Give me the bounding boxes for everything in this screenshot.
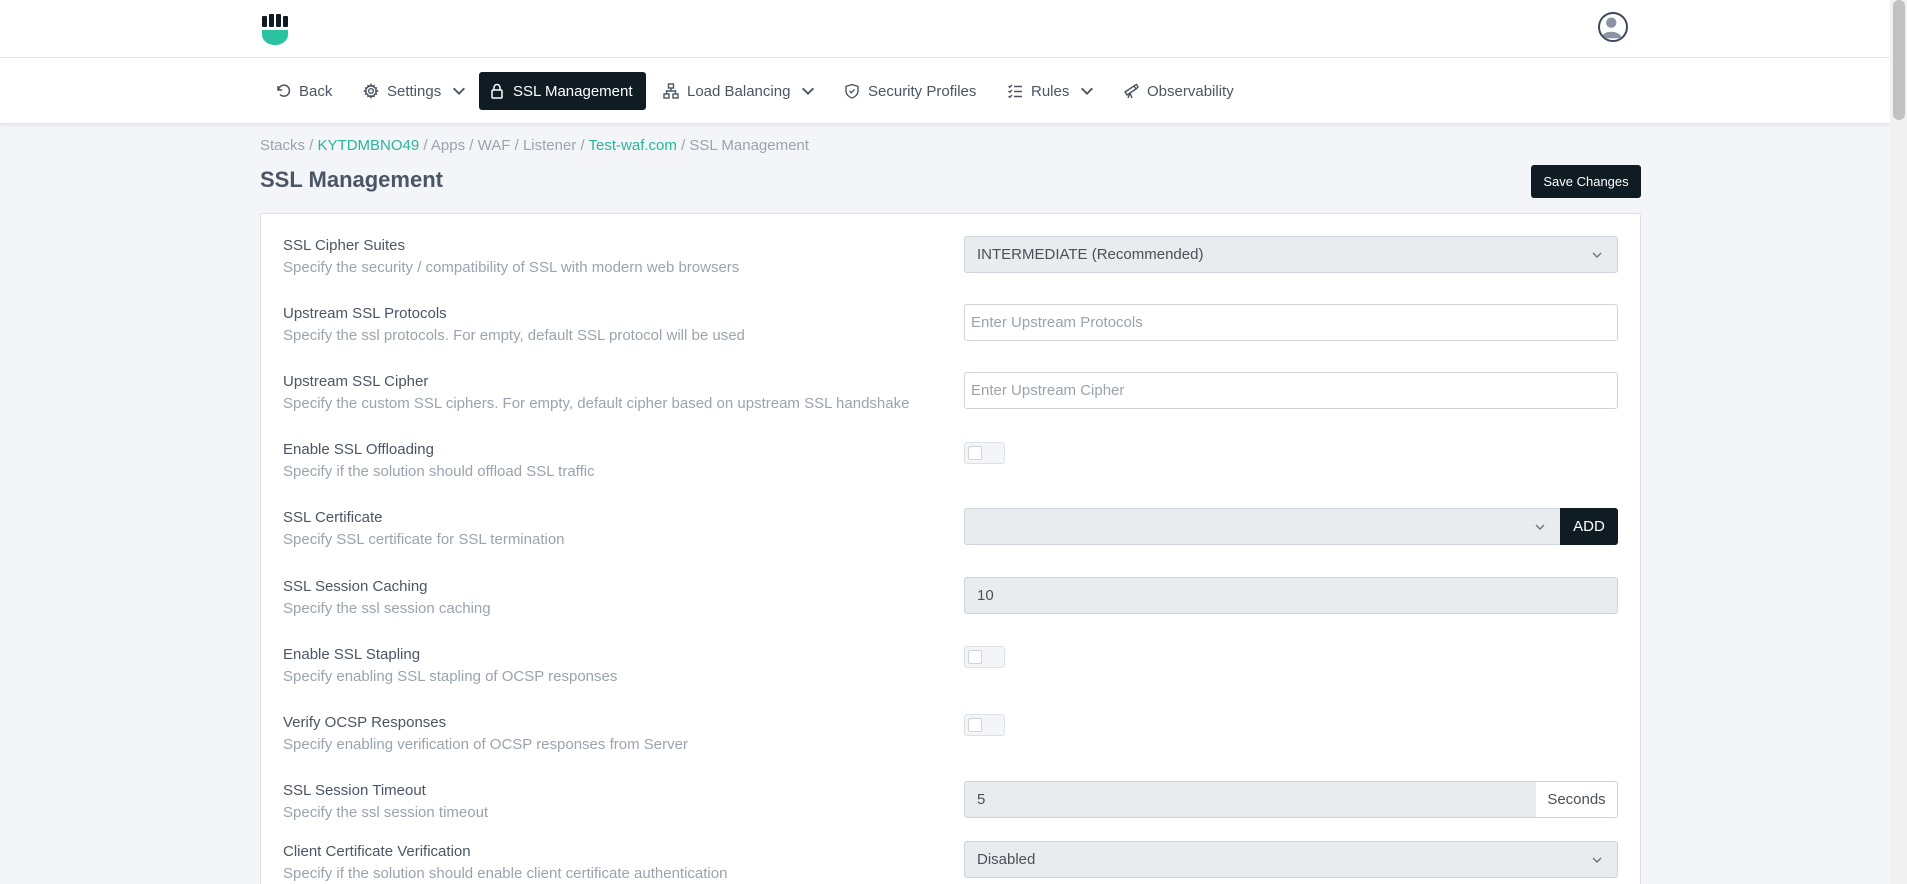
nav-settings-label: Settings	[387, 82, 442, 100]
breadcrumb-listener-link[interactable]: Test-waf.com	[589, 137, 677, 154]
nav-observability[interactable]: Observability	[1113, 72, 1244, 110]
session-timeout-unit: Seconds	[1536, 781, 1618, 818]
toggle-knob	[968, 650, 982, 664]
breadcrumb-apps[interactable]: Apps	[431, 137, 465, 154]
top-header	[0, 0, 1890, 58]
chevron-down-icon	[802, 87, 815, 95]
field-ssl-stapling: Enable SSL Stapling Specify enabling SSL…	[283, 646, 1618, 685]
toggle-knob	[968, 446, 982, 460]
select-value: Disabled	[977, 851, 1036, 868]
field-label: Enable SSL Offloading	[283, 441, 434, 458]
shield-icon	[845, 83, 859, 99]
user-avatar-icon[interactable]	[1598, 12, 1628, 42]
client-cert-select[interactable]: Disabled	[964, 841, 1618, 878]
lock-icon	[491, 83, 503, 99]
ssl-stapling-toggle[interactable]	[964, 646, 1005, 668]
nav-back[interactable]: Back	[265, 72, 342, 110]
verify-ocsp-toggle[interactable]	[964, 714, 1005, 736]
chevron-down-icon	[453, 87, 466, 95]
page-title: SSL Management	[260, 167, 443, 192]
breadcrumb-sep: /	[510, 137, 523, 154]
nav-rules-label: Rules	[1031, 82, 1070, 100]
network-icon	[663, 83, 679, 99]
field-label: Enable SSL Stapling	[283, 646, 421, 663]
breadcrumb-sep: /	[576, 137, 589, 154]
nav-security-profiles-label: Security Profiles	[868, 82, 977, 100]
select-value: INTERMEDIATE (Recommended)	[977, 246, 1204, 263]
upstream-cipher-input[interactable]	[964, 372, 1618, 409]
field-verify-ocsp: Verify OCSP Responses Specify enabling v…	[283, 714, 1618, 753]
nav-back-label: Back	[299, 82, 333, 100]
breadcrumb-stack-link[interactable]: KYTDMBNO49	[318, 137, 420, 154]
session-timeout-input[interactable]: 5	[964, 781, 1537, 818]
scrollbar-thumb[interactable]	[1893, 0, 1905, 120]
breadcrumb-sep: /	[465, 137, 478, 154]
toggle-knob	[968, 718, 982, 732]
ssl-certificate-select[interactable]	[964, 508, 1561, 545]
upstream-protocols-input[interactable]	[964, 304, 1618, 341]
chevron-down-icon	[1592, 252, 1602, 258]
nav-ssl-management[interactable]: SSL Management	[479, 72, 646, 110]
main-nav: Back Settings SSL Management Load Balanc…	[0, 58, 1890, 124]
chevron-down-icon	[1081, 87, 1094, 95]
add-certificate-button[interactable]: ADD	[1560, 508, 1618, 545]
nav-observability-label: Observability	[1147, 82, 1234, 100]
field-description: Specify if the solution should offload S…	[283, 463, 595, 480]
cipher-suites-select[interactable]: INTERMEDIATE (Recommended)	[964, 236, 1618, 273]
nav-security-profiles[interactable]: Security Profiles	[834, 72, 986, 110]
field-ssl-offloading: Enable SSL Offloading Specify if the sol…	[283, 441, 1618, 480]
gear-icon	[363, 83, 379, 99]
breadcrumb-stacks[interactable]: Stacks	[260, 137, 305, 154]
ssl-offloading-toggle[interactable]	[964, 442, 1005, 464]
nav-load-balancing-label: Load Balancing	[687, 82, 791, 100]
breadcrumb: Stacks / KYTDMBNO49 / Apps / WAF / Liste…	[260, 137, 809, 154]
session-caching-input[interactable]: 10	[964, 577, 1618, 614]
logo-icon[interactable]	[260, 14, 290, 46]
page-scrollbar[interactable]	[1890, 0, 1907, 884]
save-changes-button[interactable]: Save Changes	[1531, 165, 1641, 198]
nav-rules[interactable]: Rules	[997, 72, 1105, 110]
field-description: Specify enabling verification of OCSP re…	[283, 736, 688, 753]
nav-ssl-label: SSL Management	[513, 82, 633, 100]
breadcrumb-sep: /	[676, 137, 690, 154]
nav-settings[interactable]: Settings	[353, 72, 477, 110]
breadcrumb-sep: /	[305, 137, 318, 154]
ssl-certificate-group: ADD	[964, 508, 1618, 545]
field-description: Specify enabling SSL stapling of OCSP re…	[283, 668, 618, 685]
session-timeout-group: 5 Seconds	[964, 781, 1618, 818]
breadcrumb-waf[interactable]: WAF	[478, 137, 511, 154]
breadcrumb-sep: /	[419, 137, 431, 154]
telescope-icon	[1124, 83, 1139, 99]
field-label: Verify OCSP Responses	[283, 714, 447, 731]
breadcrumb-listener[interactable]: Listener	[523, 137, 576, 154]
nav-load-balancing[interactable]: Load Balancing	[653, 72, 826, 110]
chevron-down-icon	[1592, 857, 1602, 863]
checklist-icon	[1008, 84, 1022, 99]
undo-icon	[277, 84, 291, 97]
chevron-down-icon	[1535, 524, 1545, 530]
breadcrumb-current: SSL Management	[689, 137, 809, 154]
